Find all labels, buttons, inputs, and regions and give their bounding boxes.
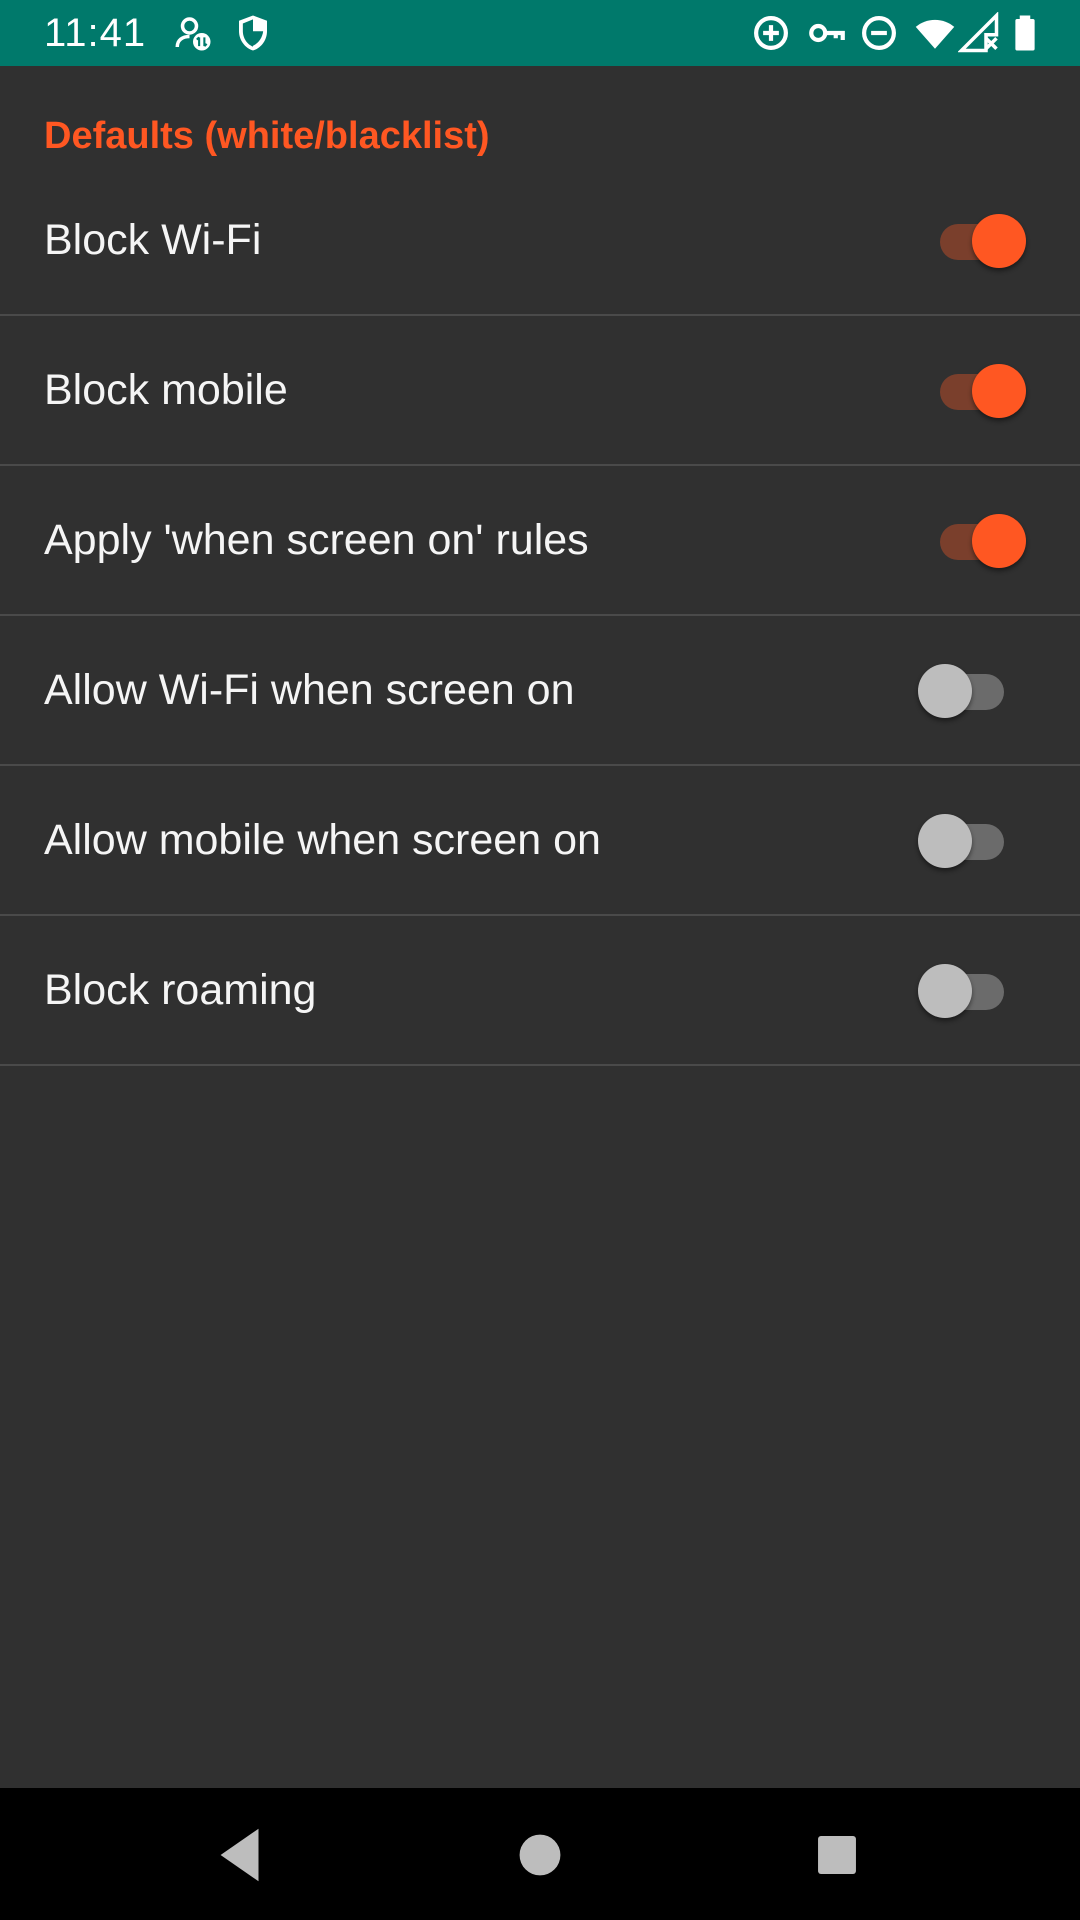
pref-label: Apply 'when screen on' rules [44,515,589,564]
back-icon[interactable] [206,1820,276,1890]
home-icon[interactable] [505,1820,575,1890]
pref-label: Block roaming [44,965,317,1014]
switch-thumb [918,964,972,1018]
pref-label: Block mobile [44,365,288,414]
pref-allow-mobile-screen-on[interactable]: Allow mobile when screen on [0,766,1080,916]
block-roaming-switch[interactable] [918,958,1038,1018]
switch-thumb [972,214,1026,268]
status-time: 11:41 [44,11,147,55]
sync-account-icon [172,12,214,54]
pref-block-mobile[interactable]: Block mobile [0,316,1080,466]
data-saver-icon [750,12,792,54]
wifi-icon [914,12,956,54]
pref-block-wifi[interactable]: Block Wi-Fi [0,166,1080,316]
status-bar: 11:41 [0,0,1080,66]
block-mobile-switch[interactable] [920,358,1026,418]
do-not-disturb-icon [858,12,900,54]
allow-wifi-screen-on-switch[interactable] [918,658,1038,718]
allow-mobile-screen-on-switch[interactable] [918,808,1038,868]
pref-block-roaming[interactable]: Block roaming [0,916,1080,1066]
cellular-no-data-icon [958,12,1000,54]
pref-allow-wifi-screen-on[interactable]: Allow Wi-Fi when screen on [0,616,1080,766]
apply-screen-on-rules-switch[interactable] [920,508,1026,568]
block-wifi-switch[interactable] [920,208,1026,268]
vpn-key-icon [806,12,848,54]
shield-icon [232,12,274,54]
pref-label: Allow Wi-Fi when screen on [44,665,575,714]
switch-thumb [972,514,1026,568]
settings-screen: 11:41 Defaults (white/blacklist) Block W… [0,0,1080,1920]
pref-label: Allow mobile when screen on [44,815,601,864]
pref-apply-screen-on-rules[interactable]: Apply 'when screen on' rules [0,466,1080,616]
switch-thumb [918,664,972,718]
switch-thumb [972,364,1026,418]
recents-icon[interactable] [802,1820,872,1890]
pref-label: Block Wi-Fi [44,215,262,264]
switch-thumb [918,814,972,868]
navigation-bar [0,1788,1080,1920]
section-header: Defaults (white/blacklist) [44,115,490,157]
battery-icon [1004,12,1046,54]
